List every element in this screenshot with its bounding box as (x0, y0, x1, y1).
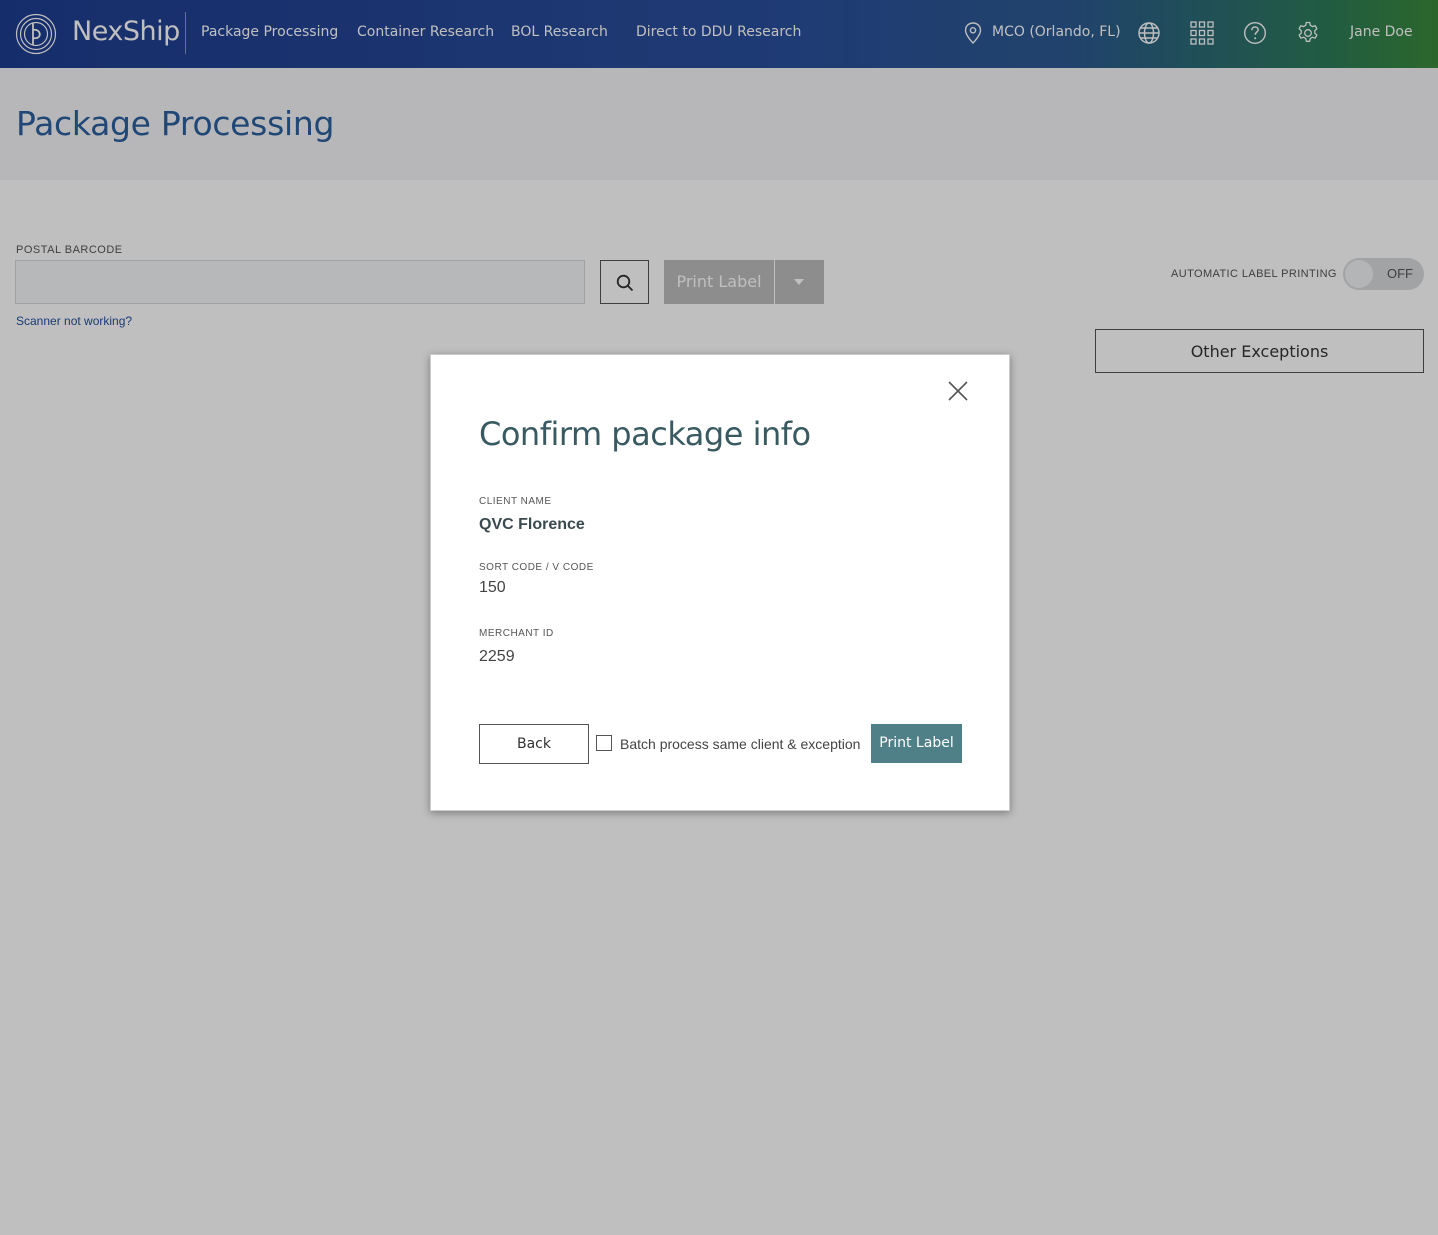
sort-code-value: 150 (479, 579, 506, 596)
modal-print-label-button[interactable]: Print Label (871, 724, 962, 763)
confirm-package-info-dialog: Confirm package info CLIENT NAME QVC Flo… (430, 354, 1010, 811)
client-name-value: QVC Florence (479, 516, 585, 533)
batch-process-label[interactable]: Batch process same client & exception (620, 736, 860, 752)
modal-title: Confirm package info (479, 415, 811, 453)
batch-process-checkbox[interactable] (596, 735, 612, 751)
close-icon[interactable] (946, 379, 970, 403)
merchant-id-label: MERCHANT ID (479, 628, 554, 639)
back-button[interactable]: Back (479, 724, 589, 764)
sort-code-label: SORT CODE / V CODE (479, 562, 594, 573)
merchant-id-value: 2259 (479, 648, 515, 665)
client-name-label: CLIENT NAME (479, 496, 552, 507)
